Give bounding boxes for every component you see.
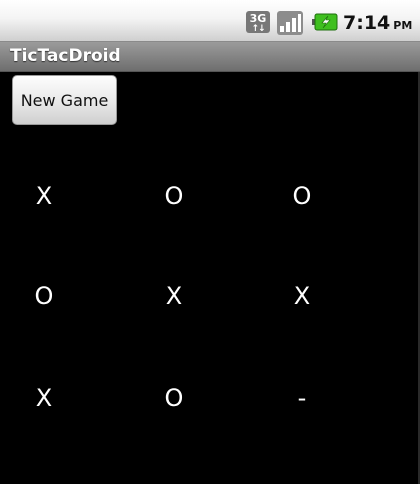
board-cell-r1-c2[interactable]: O (109, 146, 239, 246)
board-cell-r2-c2[interactable]: X (109, 246, 239, 346)
app-title-bar: TicTacDroid (0, 42, 420, 72)
3g-data-icon: 3G ↑↓ (246, 11, 270, 34)
status-ampm: PM (393, 19, 413, 32)
status-bar: 3G ↑↓ 7:14 PM (0, 0, 420, 42)
app-title: TicTacDroid (10, 46, 121, 66)
board-cell-r3-c1[interactable]: X (0, 348, 109, 448)
battery-charging-icon (312, 13, 338, 31)
status-time: 7:14 (343, 12, 391, 34)
board-cell-r1-c1[interactable]: X (0, 146, 109, 246)
signal-strength-icon (277, 11, 303, 35)
new-game-button[interactable]: New Game (12, 75, 117, 125)
board-cell-r1-c3[interactable]: O (237, 146, 367, 246)
board-cell-r2-c3[interactable]: X (237, 246, 367, 346)
status-clock: 7:14 PM (343, 10, 412, 36)
board-cell-r3-c3[interactable]: - (237, 348, 367, 448)
game-board: X O O O X X X O - (0, 146, 420, 446)
board-cell-r2-c1[interactable]: O (0, 246, 109, 346)
board-cell-r3-c2[interactable]: O (109, 348, 239, 448)
